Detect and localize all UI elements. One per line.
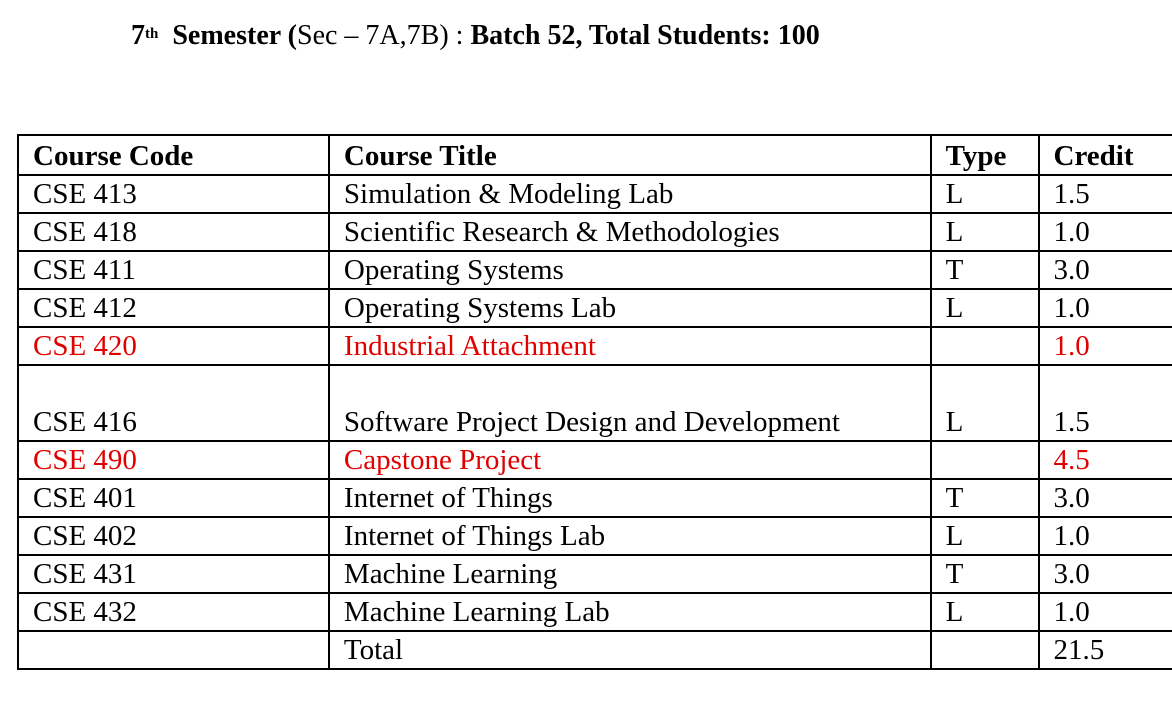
- course-title-cell: Operating Systems Lab: [327, 288, 932, 328]
- course-code-cell: CSE 402: [17, 516, 330, 556]
- course-code-cell: CSE 418: [17, 212, 330, 252]
- course-credit-cell: 1.0: [1037, 516, 1172, 556]
- course-type-cell: [929, 326, 1040, 366]
- course-title-cell: Internet of Things Lab: [327, 516, 932, 556]
- header-course-code: Course Code: [17, 134, 330, 176]
- header-course-title: Course Title: [327, 134, 932, 176]
- course-type-cell: T: [929, 478, 1040, 518]
- header-type: Type: [929, 134, 1040, 176]
- course-credit-cell: 1.5: [1037, 364, 1172, 442]
- table-row: CSE 412 Operating Systems Lab L 1.0: [17, 288, 1172, 328]
- table-row-highlighted: CSE 490 Capstone Project 4.5: [17, 440, 1172, 480]
- total-credit-value: 21.5: [1037, 630, 1172, 670]
- total-label: Total: [327, 630, 932, 670]
- batch-label: Batch 52, Total Students: 100: [470, 20, 820, 51]
- course-credit-cell: 1.5: [1037, 174, 1172, 214]
- table-total-row: Total 21.5: [17, 630, 1172, 670]
- page-title: 7th Semester (Sec – 7A,7B) : Batch 52, T…: [131, 16, 820, 56]
- course-type-cell: [929, 440, 1040, 480]
- course-code-cell: CSE 416: [17, 364, 330, 442]
- course-title-cell: Industrial Attachment: [327, 326, 932, 366]
- table-row: CSE 411 Operating Systems T 3.0: [17, 250, 1172, 290]
- section-label: Sec – 7A,7B) :: [297, 20, 471, 51]
- course-credit-cell: 1.0: [1037, 212, 1172, 252]
- course-type-cell: L: [929, 174, 1040, 214]
- course-type-cell: L: [929, 212, 1040, 252]
- course-type-cell: L: [929, 516, 1040, 556]
- semester-number: 7: [131, 20, 145, 51]
- course-type-cell: L: [929, 288, 1040, 328]
- table-row: CSE 402 Internet of Things Lab L 1.0: [17, 516, 1172, 556]
- table-row: CSE 418 Scientific Research & Methodolog…: [17, 212, 1172, 252]
- course-title-cell: Machine Learning Lab: [327, 592, 932, 632]
- course-code-cell: CSE 420: [17, 326, 330, 366]
- course-title-cell: Capstone Project: [327, 440, 932, 480]
- course-code-cell: CSE 413: [17, 174, 330, 214]
- course-type-cell: L: [929, 592, 1040, 632]
- course-title-cell: Internet of Things: [327, 478, 932, 518]
- table-row: CSE 413 Simulation & Modeling Lab L 1.5: [17, 174, 1172, 214]
- course-credit-cell: 4.5: [1037, 440, 1172, 480]
- header-credit: Credit: [1037, 134, 1172, 176]
- course-type-cell: L: [929, 364, 1040, 442]
- course-title-cell: Operating Systems: [327, 250, 932, 290]
- table-row-highlighted: CSE 420 Industrial Attachment 1.0: [17, 326, 1172, 366]
- total-empty-cell: [17, 630, 330, 670]
- course-credit-cell: 1.0: [1037, 288, 1172, 328]
- table-row: CSE 432 Machine Learning Lab L 1.0: [17, 592, 1172, 632]
- table-row: CSE 416 Software Project Design and Deve…: [17, 364, 1172, 442]
- course-credit-cell: 1.0: [1037, 592, 1172, 632]
- course-credit-cell: 3.0: [1037, 478, 1172, 518]
- course-code-cell: CSE 412: [17, 288, 330, 328]
- course-code-cell: CSE 411: [17, 250, 330, 290]
- course-title-cell: Scientific Research & Methodologies: [327, 212, 932, 252]
- course-code-cell: CSE 401: [17, 478, 330, 518]
- course-code-cell: CSE 490: [17, 440, 330, 480]
- course-type-cell: T: [929, 250, 1040, 290]
- course-title-cell: Simulation & Modeling Lab: [327, 174, 932, 214]
- course-type-cell: T: [929, 554, 1040, 594]
- course-table: Course Code Course Title Type Credit CSE…: [17, 134, 1172, 670]
- semester-label: Semester (: [172, 20, 297, 51]
- total-type-empty-cell: [929, 630, 1040, 670]
- table-row: CSE 431 Machine Learning T 3.0: [17, 554, 1172, 594]
- course-code-cell: CSE 432: [17, 592, 330, 632]
- course-title-cell: Machine Learning: [327, 554, 932, 594]
- course-title-cell: Software Project Design and Development: [327, 364, 932, 442]
- course-credit-cell: 3.0: [1037, 554, 1172, 594]
- course-credit-cell: 3.0: [1037, 250, 1172, 290]
- course-code-cell: CSE 431: [17, 554, 330, 594]
- table-row: CSE 401 Internet of Things T 3.0: [17, 478, 1172, 518]
- table-header-row: Course Code Course Title Type Credit: [17, 134, 1172, 176]
- course-credit-cell: 1.0: [1037, 326, 1172, 366]
- semester-ordinal: th: [145, 26, 159, 42]
